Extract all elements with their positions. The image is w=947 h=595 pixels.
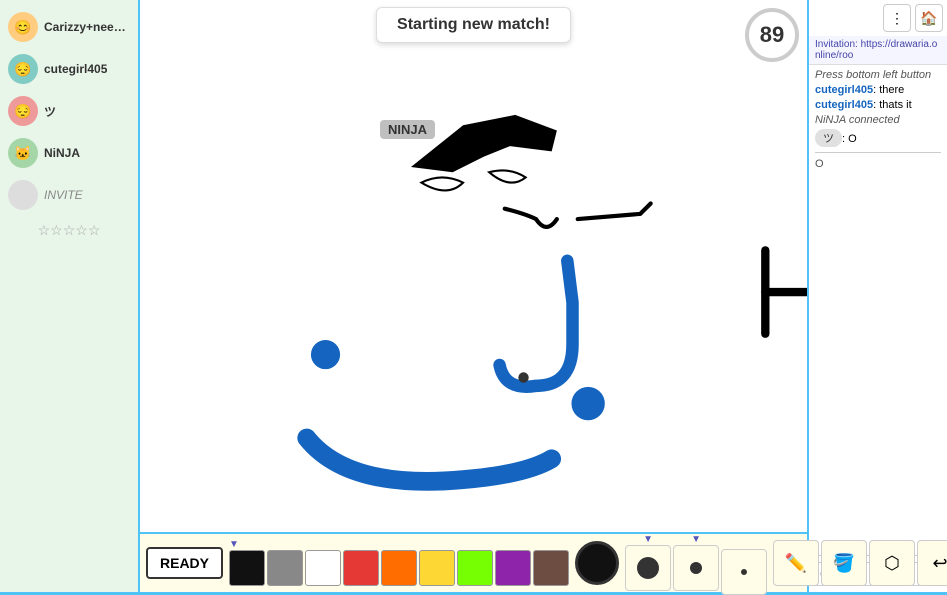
size-dot-large — [637, 557, 659, 579]
msg-cutegirl-1: cutegirl405: there — [815, 84, 941, 96]
stars-row: ☆☆☆☆☆ — [30, 218, 109, 243]
msg-o: O — [815, 158, 941, 170]
size-small[interactable] — [721, 549, 767, 595]
color-dropdown-arrow: ▼ — [229, 540, 239, 550]
orange-swatch[interactable] — [381, 550, 417, 586]
invitation-bar: Invitation: https://drawaria.online/roo — [809, 36, 947, 65]
player-ninja[interactable]: 🐱 NiNJA — [0, 134, 138, 172]
drawing-canvas[interactable]: NINJA — [140, 0, 807, 532]
msg-system-ninja: NiNJA connected — [815, 114, 941, 126]
invitation-text: Invitation: https://drawaria.online/roo — [815, 39, 937, 61]
white-swatch[interactable] — [305, 550, 341, 586]
msg-sender-2: cutegirl405 — [815, 99, 873, 111]
right-top-bar: ⋮ 🏠 — [809, 0, 947, 36]
stamp-icon: ⬡ — [884, 553, 900, 574]
timer-circle: 89 — [745, 8, 799, 62]
msg-ninja-label: ツ — [815, 129, 842, 147]
match-notification: Starting new match! — [376, 7, 571, 43]
home-button[interactable]: 🏠 — [915, 4, 943, 32]
msg-cutegirl-2: cutegirl405: thats it — [815, 99, 941, 111]
svg-canvas[interactable] — [140, 0, 807, 532]
stars: ☆☆☆☆☆ — [38, 222, 101, 239]
invite-item[interactable]: INVITE — [0, 176, 138, 214]
player-name-tsu: ツ — [44, 103, 56, 120]
msg-text-2: thats it — [879, 99, 911, 111]
player-name-cutegirl405: cutegirl405 — [44, 62, 107, 76]
brown-swatch[interactable] — [533, 550, 569, 586]
size-dropdown-arrow-1: ▼ — [643, 535, 653, 545]
msg-sender-1: cutegirl405 — [815, 84, 873, 96]
stamp-tool[interactable]: ⬡ — [869, 540, 915, 586]
avatar-tsu: 😔 — [8, 96, 38, 126]
pencil-tool[interactable]: ✏️ — [773, 540, 819, 586]
invite-label: INVITE — [44, 188, 83, 202]
menu-icon: ⋮ — [890, 10, 904, 27]
avatar-ninja: 🐱 — [8, 138, 38, 168]
msg-o-val: O — [815, 158, 824, 170]
msg-tsu: ツ: O — [815, 129, 941, 147]
purple-swatch[interactable] — [495, 550, 531, 586]
player-name-ninja: NiNJA — [44, 146, 80, 160]
msg-o-text: O — [848, 133, 857, 145]
app-container: 😊 Carizzy+needs a bf 😔 cutegirl405 😔 ツ 🐱… — [0, 0, 947, 592]
home-icon: 🏠 — [920, 10, 937, 27]
msg-system-1: Press bottom left button — [815, 69, 941, 81]
size-dropdown-arrow-2: ▼ — [691, 535, 701, 545]
menu-button[interactable]: ⋮ — [883, 4, 911, 32]
timer-value: 89 — [760, 22, 784, 48]
msg-text-1: there — [879, 84, 904, 96]
size-large[interactable] — [625, 545, 671, 591]
undo-icon: ↩ — [932, 553, 947, 574]
pencil-icon: ✏️ — [785, 553, 807, 574]
size-medium[interactable] — [673, 545, 719, 591]
chat-separator — [815, 152, 941, 153]
ninja-label: NINJA — [380, 120, 435, 139]
red-swatch[interactable] — [343, 550, 379, 586]
size-dot-small — [741, 569, 747, 575]
undo-tool[interactable]: ↩ — [917, 540, 947, 586]
player-name-carizzy: Carizzy+needs a bf — [44, 20, 130, 34]
lime-swatch[interactable] — [457, 550, 493, 586]
chat-messages: Press bottom left button cutegirl405: th… — [809, 65, 947, 555]
right-panel: ⋮ 🏠 Invitation: https://drawaria.online/… — [807, 0, 947, 592]
fill-tool[interactable]: 🪣 — [821, 540, 867, 586]
invite-avatar — [8, 180, 38, 210]
selected-color[interactable] — [575, 541, 619, 585]
sidebar: 😊 Carizzy+needs a bf 😔 cutegirl405 😔 ツ 🐱… — [0, 0, 140, 592]
fill-icon: 🪣 — [833, 553, 855, 574]
player-tsu[interactable]: 😔 ツ — [0, 92, 138, 130]
yellow-swatch[interactable] — [419, 550, 455, 586]
size-dot-medium — [690, 562, 702, 574]
ready-button[interactable]: READY — [146, 547, 223, 579]
gray-swatch[interactable] — [267, 550, 303, 586]
color-palette — [229, 550, 569, 586]
black-swatch[interactable] — [229, 550, 265, 586]
canvas-area: Starting new match! 89 — [140, 0, 807, 592]
avatar-cutegirl405: 😔 — [8, 54, 38, 84]
player-carizzy[interactable]: 😊 Carizzy+needs a bf — [0, 8, 138, 46]
player-cutegirl405[interactable]: 😔 cutegirl405 — [0, 50, 138, 88]
avatar-carizzy: 😊 — [8, 12, 38, 42]
bottom-toolbar: READY ▼ — [140, 532, 807, 592]
